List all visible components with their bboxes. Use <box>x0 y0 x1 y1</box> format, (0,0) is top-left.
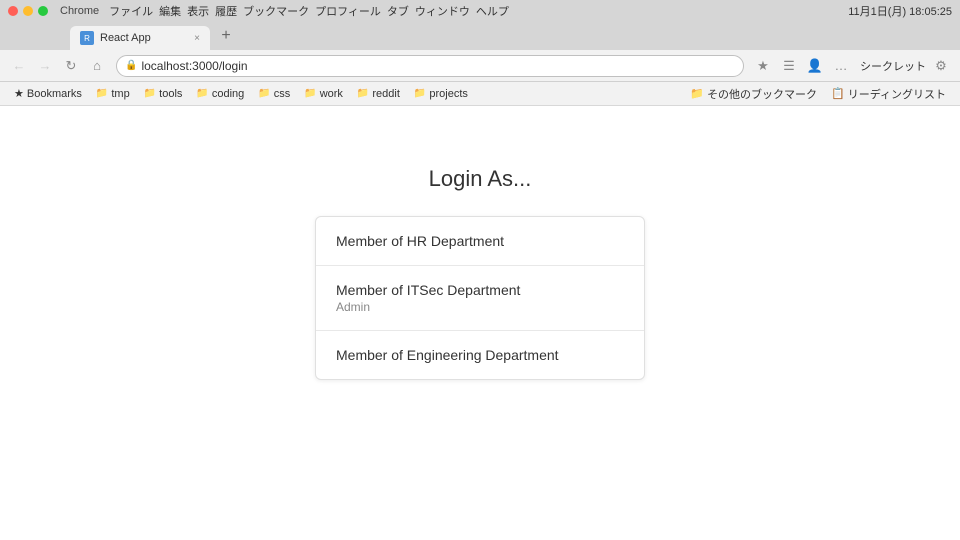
secret-mode-label: シークレット <box>860 58 926 74</box>
title-bar-left: Chrome ファイル 編集 表示 履歴 ブックマーク プロフィール タブ ウィ… <box>8 3 509 19</box>
login-option-hr-title: Member of HR Department <box>336 233 624 249</box>
tab-favicon: R <box>80 31 94 45</box>
login-option-itsec-title: Member of ITSec Department <box>336 282 624 298</box>
reload-button[interactable]: ↻ <box>60 55 82 77</box>
nav-right: ★ ☰ 👤 … シークレット ⚙ <box>752 55 952 77</box>
login-option-engineering[interactable]: Member of Engineering Department <box>316 331 644 379</box>
menu-help[interactable]: ヘルプ <box>476 3 509 19</box>
bookmarks-right: 📁 その他のブックマーク 📋 リーディングリスト <box>684 84 952 104</box>
menu-file[interactable]: ファイル <box>109 3 153 19</box>
login-option-itsec-subtitle: Admin <box>336 300 624 314</box>
traffic-lights <box>8 6 48 16</box>
menu-profile[interactable]: プロフィール <box>315 3 381 19</box>
bookmarks-label: ★ Bookmarks <box>8 85 88 102</box>
menu-history[interactable]: 履歴 <box>215 3 237 19</box>
bookmark-projects[interactable]: 📁 projects <box>408 86 474 102</box>
bookmarks-text: Bookmarks <box>27 88 82 100</box>
new-tab-button[interactable]: + <box>214 24 238 48</box>
bookmark-star-button[interactable]: ★ <box>752 55 774 77</box>
browser-chrome: Chrome ファイル 編集 表示 履歴 ブックマーク プロフィール タブ ウィ… <box>0 0 960 106</box>
profile-button[interactable]: 👤 <box>804 55 826 77</box>
bookmark-coding[interactable]: 📁 coding <box>190 86 250 102</box>
lock-icon: 🔒 <box>125 60 137 71</box>
bookmark-css-label: css <box>274 88 291 100</box>
page-content: Login As... Member of HR Department Memb… <box>0 106 960 540</box>
login-option-engineering-title: Member of Engineering Department <box>336 347 624 363</box>
app-name-label: Chrome <box>60 5 99 17</box>
active-tab[interactable]: R React App × <box>70 26 210 50</box>
bookmark-reddit-label: reddit <box>372 88 400 100</box>
bookmark-tmp-label: tmp <box>111 88 129 100</box>
maximize-button[interactable] <box>38 6 48 16</box>
reader-view-button[interactable]: ☰ <box>778 55 800 77</box>
tab-bar: R React App × + <box>0 22 960 50</box>
menu-window[interactable]: ウィンドウ <box>415 3 470 19</box>
bookmark-tools-label: tools <box>159 88 182 100</box>
bookmark-reddit[interactable]: 📁 reddit <box>351 86 406 102</box>
tab-close-button[interactable]: × <box>194 33 200 44</box>
bookmark-projects-label: projects <box>429 88 468 100</box>
menu-tab[interactable]: タブ <box>387 3 409 19</box>
other-bookmarks-label: その他のブックマーク <box>707 86 817 102</box>
back-button[interactable]: ← <box>8 55 30 77</box>
folder-icon: 📁 <box>414 88 426 99</box>
page-title: Login As... <box>429 166 532 192</box>
address-bar[interactable]: 🔒 localhost:3000/login <box>116 55 744 77</box>
nav-bar: ← → ↻ ⌂ 🔒 localhost:3000/login ★ ☰ 👤 … シ… <box>0 50 960 82</box>
reading-list-icon: 📋 <box>831 87 845 100</box>
folder-icon: 📁 <box>258 88 270 99</box>
title-bar-right: 11月1日(月) 18:05:25 <box>848 3 952 19</box>
menu-view[interactable]: 表示 <box>187 3 209 19</box>
forward-button[interactable]: → <box>34 55 56 77</box>
bookmark-work-label: work <box>320 88 343 100</box>
bookmark-coding-label: coding <box>212 88 244 100</box>
reading-list-label: リーディングリスト <box>848 86 946 102</box>
reading-list[interactable]: 📋 リーディングリスト <box>825 84 952 104</box>
folder-icon: 📁 <box>96 88 108 99</box>
bookmarks-bar: ★ Bookmarks 📁 tmp 📁 tools 📁 coding 📁 css… <box>0 82 960 106</box>
folder-icon: 📁 <box>357 88 369 99</box>
folder-icon: 📁 <box>690 87 704 100</box>
title-bar: Chrome ファイル 編集 表示 履歴 ブックマーク プロフィール タブ ウィ… <box>0 0 960 22</box>
menu-edit[interactable]: 編集 <box>159 3 181 19</box>
login-option-hr[interactable]: Member of HR Department <box>316 217 644 266</box>
minimize-button[interactable] <box>23 6 33 16</box>
bookmark-css[interactable]: 📁 css <box>252 86 296 102</box>
close-button[interactable] <box>8 6 18 16</box>
more-menu-button[interactable]: … <box>830 55 852 77</box>
bookmark-tmp[interactable]: 📁 tmp <box>90 86 136 102</box>
folder-icon: 📁 <box>144 88 156 99</box>
login-options-list: Member of HR Department Member of ITSec … <box>315 216 645 380</box>
tab-title-label: React App <box>100 32 188 44</box>
home-button[interactable]: ⌂ <box>86 55 108 77</box>
address-text: localhost:3000/login <box>141 59 735 73</box>
folder-icon: 📁 <box>304 88 316 99</box>
folder-icon: 📁 <box>196 88 208 99</box>
extensions-button[interactable]: ⚙ <box>930 55 952 77</box>
datetime-label: 11月1日(月) 18:05:25 <box>848 3 952 19</box>
bookmark-tools[interactable]: 📁 tools <box>138 86 189 102</box>
bookmarks-icon: ★ <box>14 87 24 100</box>
menu-bookmarks[interactable]: ブックマーク <box>243 3 309 19</box>
login-option-itsec[interactable]: Member of ITSec Department Admin <box>316 266 644 331</box>
bookmark-work[interactable]: 📁 work <box>298 86 349 102</box>
other-bookmarks[interactable]: 📁 その他のブックマーク <box>684 84 823 104</box>
